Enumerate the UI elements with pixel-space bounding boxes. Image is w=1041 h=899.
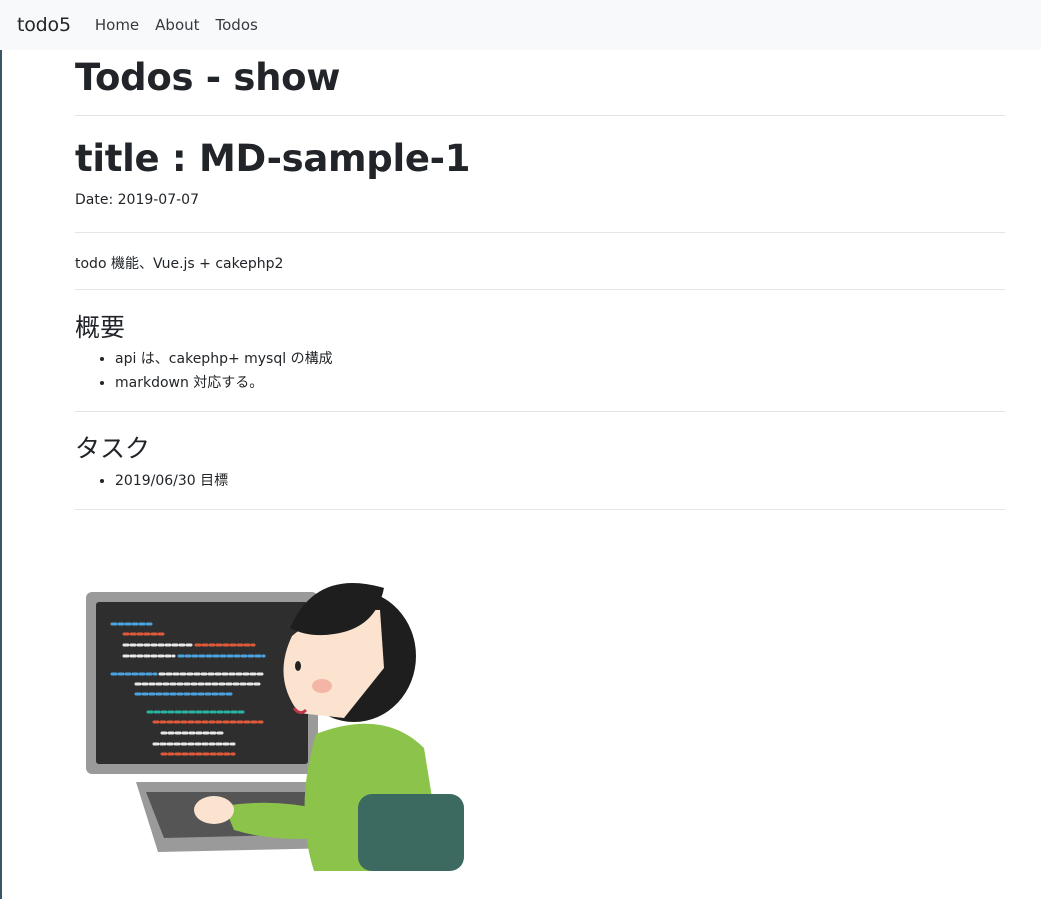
navbar-brand[interactable]: todo5 bbox=[17, 14, 71, 36]
list-item: 2019/06/30 目標 bbox=[115, 469, 228, 493]
nav-links: Home About Todos bbox=[95, 16, 274, 34]
list-item: api は、cakephp+ mysql の構成 bbox=[115, 347, 333, 371]
divider bbox=[75, 509, 1005, 510]
list-item: markdown 対応する。 bbox=[115, 371, 333, 395]
window-left-edge bbox=[0, 50, 2, 899]
page-title: Todos - show bbox=[75, 56, 341, 99]
divider bbox=[75, 289, 1005, 290]
programmer-at-laptop-illustration bbox=[86, 583, 464, 871]
section-heading-overview: 概要 bbox=[75, 313, 126, 342]
overview-list: api は、cakephp+ mysql の構成 markdown 対応する。 bbox=[75, 347, 333, 395]
nav-link-home[interactable]: Home bbox=[95, 16, 139, 34]
section-heading-tasks: タスク bbox=[75, 434, 151, 463]
todo-description: todo 機能、Vue.js + cakephp2 bbox=[75, 256, 284, 272]
top-navbar: todo5 Home About Todos bbox=[0, 0, 1041, 50]
divider bbox=[75, 411, 1005, 412]
tasks-list: 2019/06/30 目標 bbox=[75, 469, 228, 493]
divider bbox=[75, 232, 1005, 233]
nav-link-about[interactable]: About bbox=[155, 16, 199, 34]
divider bbox=[75, 115, 1005, 116]
todo-title: title : MD-sample-1 bbox=[75, 137, 471, 180]
todo-date: Date: 2019-07-07 bbox=[75, 192, 199, 208]
nav-link-todos[interactable]: Todos bbox=[216, 16, 258, 34]
